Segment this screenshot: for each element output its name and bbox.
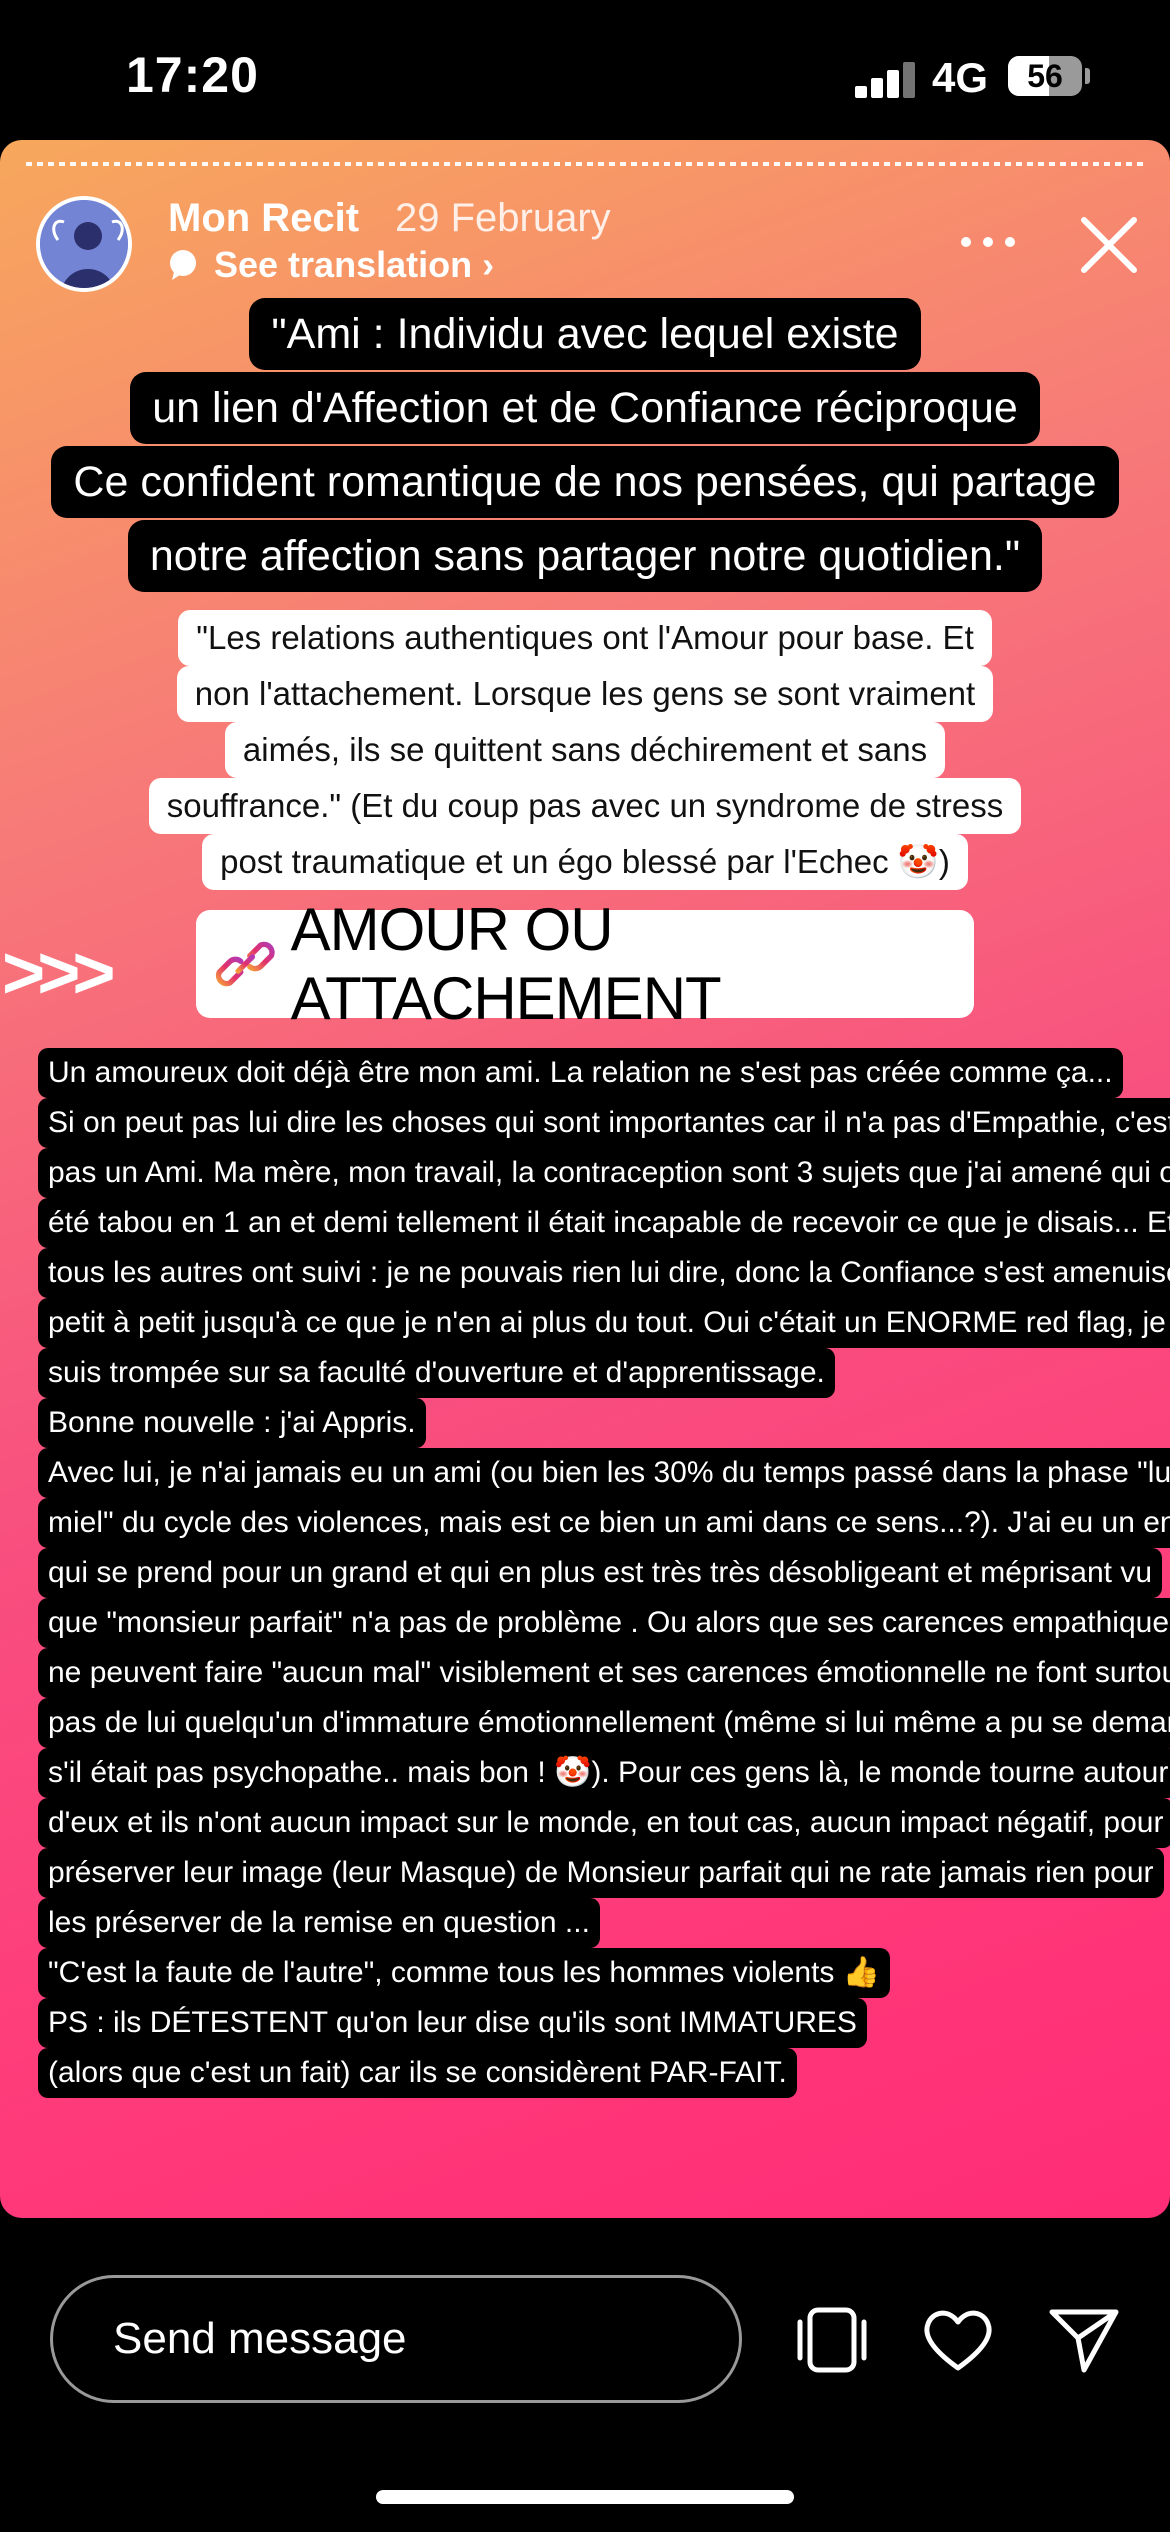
body-line: Avec lui, je n'ai jamais eu un ami (ou b… [38, 1448, 1170, 1498]
body-line: les préserver de la remise en question .… [38, 1898, 600, 1948]
body-line: ne peuvent faire "aucun mal" visiblement… [38, 1648, 1170, 1698]
send-icon[interactable] [1046, 2302, 1122, 2378]
heart-icon[interactable] [920, 2302, 996, 2378]
avatar[interactable] [36, 196, 132, 292]
body-line: préserver leur image (leur Masque) de Mo… [38, 1848, 1164, 1898]
body-line: suis trompée sur sa faculté d'ouverture … [38, 1348, 835, 1398]
body-line: s'il était pas psychopathe.. mais bon ! … [38, 1748, 1170, 1798]
body-line: Bonne nouvelle : j'ai Appris. [38, 1398, 426, 1448]
home-indicator [376, 2490, 794, 2504]
definition-quote: "Ami : Individu avec lequel existe un li… [0, 298, 1170, 594]
link-sticker[interactable]: AMOUR OU ATTACHEMENT [196, 896, 974, 1032]
quote-line: Ce confident romantique de nos pensées, … [51, 446, 1119, 518]
battery-icon: 56 [1008, 56, 1082, 96]
more-icon[interactable] [960, 236, 1016, 248]
relations-quote: "Les relations authentiques ont l'Amour … [0, 610, 1170, 890]
story-username[interactable]: Mon Recit [168, 196, 359, 241]
quote-line: post traumatique et un égo blessé par l'… [202, 834, 968, 890]
body-line: Un amoureux doit déjà être mon ami. La r… [38, 1048, 1123, 1098]
see-translation-label: See translation › [214, 244, 495, 285]
body-line: (alors que c'est un fait) car ils se con… [38, 2048, 797, 2098]
body-line: que "monsieur parfait" n'a pas de problè… [38, 1598, 1170, 1648]
story-body-text: Un amoureux doit déjà être mon ami. La r… [38, 1048, 1170, 2098]
quote-line: aimés, ils se quittent sans déchirement … [224, 722, 946, 778]
link-icon [215, 941, 275, 987]
story-date: 29 February [395, 196, 611, 240]
translate-icon [170, 250, 196, 280]
quote-line: non l'attachement. Lorsque les gens se s… [176, 666, 994, 722]
quote-line: "Les relations authentiques ont l'Amour … [178, 610, 992, 666]
quote-line: souffrance." (Et du coup pas avec un syn… [148, 778, 1022, 834]
body-line: PS : ils DÉTESTENT qu'on leur dise qu'il… [38, 1998, 867, 2048]
status-time: 17:20 [126, 47, 259, 103]
body-line: Si on peut pas lui dire les choses qui s… [38, 1098, 1170, 1148]
quote-line: notre affection sans partager notre quot… [127, 520, 1043, 592]
arrows-text: >>> [2, 931, 116, 1014]
body-line: pas un Ami. Ma mère, mon travail, la con… [38, 1148, 1170, 1198]
status-bar: 17:20 4G 56 [0, 0, 1170, 140]
signal-icon [855, 60, 917, 98]
battery-percent: 56 [1027, 58, 1063, 94]
send-message-input[interactable]: Send message [50, 2275, 742, 2403]
quote-line: "Ami : Individu avec lequel existe [249, 298, 921, 370]
body-line: qui se prend pour un grand et qui en plu… [38, 1548, 1163, 1598]
close-icon[interactable] [1078, 214, 1140, 276]
body-line: d'eux et ils n'ont aucun impact sur le m… [38, 1798, 1170, 1848]
network-label: 4G [932, 54, 989, 101]
body-line: tous les autres ont suivi : je ne pouvai… [38, 1248, 1170, 1298]
link-title: AMOUR OU ATTACHEMENT [290, 896, 722, 1032]
avatar-illustration [40, 200, 128, 288]
send-message-placeholder: Send message [113, 2314, 407, 2363]
body-line: été tabou en 1 an et demi tellement il é… [38, 1198, 1170, 1248]
body-line: "C'est la faute de l'autre", comme tous … [38, 1948, 891, 1998]
body-line: miel" du cycle des violences, mais est c… [38, 1498, 1170, 1548]
story-card[interactable]: Mon Recit 29 February See translation › … [0, 140, 1170, 2218]
battery-tip [1085, 68, 1090, 84]
quote-line: un lien d'Affection et de Confiance réci… [130, 372, 1040, 444]
see-translation-button[interactable]: See translation › [166, 244, 494, 286]
body-line: petit à petit jusqu'à ce que je n'en ai … [38, 1298, 1170, 1348]
story-progress-bar [26, 162, 1146, 166]
body-line: pas de lui quelqu'un d'immature émotionn… [38, 1698, 1170, 1748]
camera-icon[interactable] [794, 2302, 870, 2378]
